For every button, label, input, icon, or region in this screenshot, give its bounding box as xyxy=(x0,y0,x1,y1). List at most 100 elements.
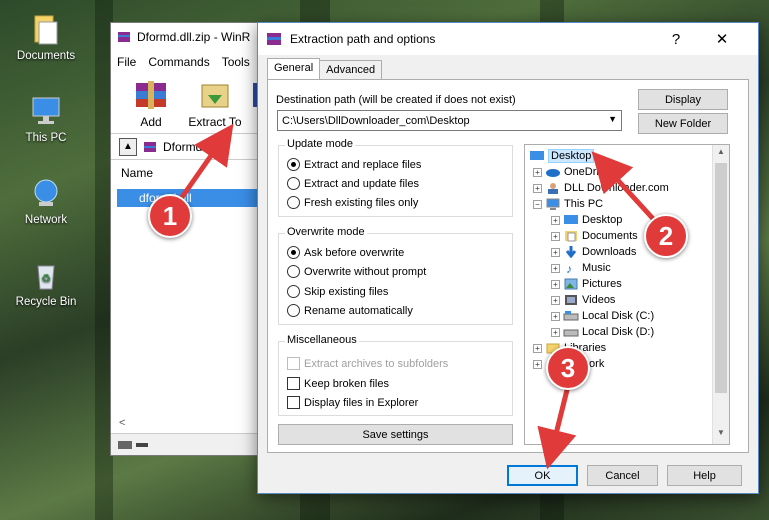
option-label: Skip existing files xyxy=(304,285,389,298)
desktop-icon-network[interactable]: Network xyxy=(8,176,84,226)
radio-overwrite-without-prompt[interactable]: Overwrite without prompt xyxy=(287,265,426,278)
tree-label: Desktop xyxy=(548,149,595,163)
radio-icon xyxy=(287,265,300,278)
radio-ask-before[interactable]: Ask before overwrite xyxy=(287,246,404,259)
close-button[interactable]: ✕ xyxy=(704,23,740,55)
radio-rename-automatically[interactable]: Rename automatically xyxy=(287,304,413,317)
help-glyph: ? xyxy=(671,30,681,48)
radio-extract-update[interactable]: Extract and update files xyxy=(287,177,419,190)
computer-icon xyxy=(546,198,560,210)
ok-button[interactable]: OK xyxy=(507,465,578,486)
winrar-title-bar: Dformd.dll.zip - WinR xyxy=(111,23,274,51)
folder-tree[interactable]: Desktop + OneDrive + DLL Downloader.com … xyxy=(524,144,730,445)
tree-label: Local Disk (C:) xyxy=(582,310,655,322)
menu-tools[interactable]: Tools xyxy=(222,55,250,69)
extract-to-icon xyxy=(196,77,234,113)
add-button[interactable]: Add xyxy=(123,77,179,133)
archive-icon xyxy=(144,141,156,152)
step-badge-3: 3 xyxy=(546,346,590,390)
expand-icon[interactable]: + xyxy=(533,359,542,369)
display-button[interactable]: Display xyxy=(638,89,728,110)
expand-icon[interactable]: + xyxy=(533,343,542,353)
update-mode-group: Update mode Extract and replace files Ex… xyxy=(278,138,513,217)
radio-skip-existing[interactable]: Skip existing files xyxy=(287,285,388,298)
desktop-icon xyxy=(564,215,578,224)
tab-general[interactable]: General xyxy=(267,58,321,80)
desktop-icon-label: Network xyxy=(24,214,68,226)
option-label: Rename automatically xyxy=(304,304,413,317)
scroll-left-arrow[interactable]: < xyxy=(119,417,125,429)
network-icon xyxy=(29,176,63,210)
check-display-in-explorer[interactable]: Display files in Explorer xyxy=(287,396,418,409)
tree-item-local-disk-c[interactable]: + Local Disk (C:) xyxy=(551,308,654,324)
radio-fresh-existing[interactable]: Fresh existing files only xyxy=(287,196,418,209)
up-folder-button[interactable]: ▲ xyxy=(119,137,137,156)
option-label: Ask before overwrite xyxy=(304,246,405,259)
tree-item-desktop-root[interactable]: Desktop xyxy=(529,148,595,164)
cancel-button[interactable]: Cancel xyxy=(587,465,658,486)
scrollbar-thumb[interactable] xyxy=(715,163,727,393)
expand-icon[interactable]: + xyxy=(551,327,560,337)
help-button[interactable]: Help xyxy=(667,465,742,486)
save-settings-button[interactable]: Save settings xyxy=(278,424,513,445)
tree-item-downloads[interactable]: + Downloads xyxy=(551,244,636,260)
tree-item-dll-downloader[interactable]: + DLL Downloader.com xyxy=(533,180,669,196)
tree-item-documents[interactable]: + Documents xyxy=(551,228,638,244)
desktop-icon-label: This PC xyxy=(25,132,67,144)
winrar-title: Dformd.dll.zip - WinR xyxy=(137,30,251,44)
expand-icon[interactable]: + xyxy=(551,311,560,321)
scroll-down-arrow[interactable]: ▼ xyxy=(713,428,729,444)
tree-label: Music xyxy=(582,262,611,274)
tree-label: Videos xyxy=(582,294,616,306)
expand-icon[interactable]: + xyxy=(551,263,560,273)
tree-label: Pictures xyxy=(582,278,622,290)
destination-path-combo[interactable]: C:\Users\DllDownloader_com\Desktop ▼ xyxy=(277,110,622,131)
expand-icon[interactable]: + xyxy=(551,215,560,225)
dialog-tabs: General Advanced xyxy=(267,58,383,80)
menu-commands[interactable]: Commands xyxy=(148,55,209,69)
winrar-app-icon xyxy=(267,33,281,45)
option-label: Display files in Explorer xyxy=(304,396,419,409)
archive-add-icon xyxy=(132,77,170,113)
dialog-title-bar: Extraction path and options ? ✕ xyxy=(258,23,758,55)
scroll-up-arrow[interactable]: ▲ xyxy=(713,147,729,163)
expand-icon[interactable]: + xyxy=(551,231,560,241)
tree-item-this-pc[interactable]: − This PC xyxy=(533,196,603,212)
expand-icon[interactable]: + xyxy=(533,167,542,177)
expand-icon[interactable]: + xyxy=(551,247,560,257)
tree-item-music[interactable]: + ♪ Music xyxy=(551,260,611,276)
option-label: Extract and replace files xyxy=(304,158,422,171)
expand-icon[interactable]: + xyxy=(551,295,560,305)
extraction-dialog: Extraction path and options ? ✕ General … xyxy=(257,22,759,494)
drive-key-icon xyxy=(118,440,148,449)
radio-icon xyxy=(287,177,300,190)
close-icon: ✕ xyxy=(715,31,729,48)
desktop-icon-this-pc[interactable]: This PC xyxy=(8,94,84,144)
tree-item-pictures[interactable]: + Pictures xyxy=(551,276,622,292)
tab-advanced[interactable]: Advanced xyxy=(319,60,383,80)
pictures-icon xyxy=(564,278,578,290)
column-header-name[interactable]: Name xyxy=(111,159,274,185)
tree-item-local-disk-d[interactable]: + Local Disk (D:) xyxy=(551,324,654,340)
collapse-icon[interactable]: − xyxy=(533,199,542,209)
tree-scrollbar[interactable]: ▲ ▼ xyxy=(712,145,729,444)
desktop-icon-documents[interactable]: Documents xyxy=(8,12,84,62)
menu-file[interactable]: File xyxy=(117,55,136,69)
tree-item-desktop[interactable]: + Desktop xyxy=(551,212,622,228)
extract-to-button[interactable]: Extract To xyxy=(187,77,243,133)
check-keep-broken-files[interactable]: Keep broken files xyxy=(287,377,389,390)
desktop-icon-recycle-bin[interactable]: ♻ Recycle Bin xyxy=(8,258,84,308)
tree-item-videos[interactable]: + Videos xyxy=(551,292,615,308)
help-title-button[interactable]: ? xyxy=(658,23,694,55)
file-row[interactable]: dformd.dll xyxy=(117,189,268,207)
radio-extract-replace[interactable]: Extract and replace files xyxy=(287,158,421,171)
destination-label: Destination path (will be created if doe… xyxy=(276,94,516,106)
new-folder-button[interactable]: New Folder xyxy=(638,113,728,134)
winrar-window: Dformd.dll.zip - WinR File Commands Tool… xyxy=(110,22,275,456)
step-badge-2: 2 xyxy=(644,214,688,258)
drive-icon xyxy=(563,329,579,337)
expand-icon[interactable]: + xyxy=(533,183,542,193)
expand-icon[interactable]: + xyxy=(551,279,560,289)
desktop-icon xyxy=(530,151,544,160)
tree-item-onedrive[interactable]: + OneDrive xyxy=(533,164,610,180)
